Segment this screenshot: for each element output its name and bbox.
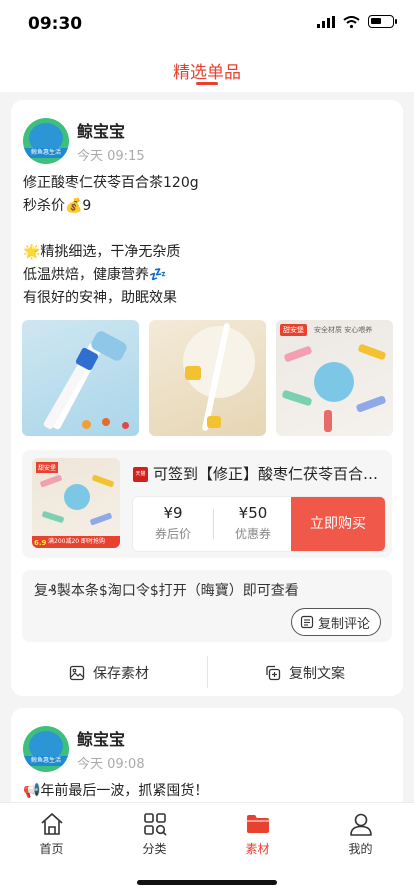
tab-material[interactable]: 素材 — [206, 811, 309, 857]
copy-text-label: 复制文案 — [289, 666, 345, 682]
command-box: 复₰製本条$淘口令$打开（晦寶）即可查看 复制评论 — [22, 570, 392, 642]
post-time: 今天 09:08 — [77, 757, 145, 772]
signal-icon — [317, 15, 335, 28]
post-line: 秒杀价💰9 — [23, 198, 92, 214]
author-name: 鲸宝宝 — [77, 122, 126, 141]
after-coupon-price: ¥9 — [163, 504, 183, 522]
author-name: 鲸宝宝 — [77, 730, 126, 749]
photo-badge: 甜安堡 — [280, 324, 307, 336]
post-content: 修正酸枣仁茯苓百合茶120g 秒杀价💰9 🌟精挑细选，干净无杂质 低温烘焙，健康… — [23, 172, 393, 310]
product-thumbnail[interactable]: 甜安堡 满200减20 即时抢购 6.9 — [32, 458, 120, 548]
buy-now-button[interactable]: 立即购买 — [291, 497, 385, 551]
status-time: 09:30 — [28, 14, 83, 34]
post-line: 低温烘焙，健康营养💤 — [23, 267, 167, 283]
title-underline — [196, 82, 218, 85]
product-card[interactable]: 甜安堡 满200减20 即时抢购 6.9 天猫 可签到【修正】酸枣仁茯苓百合茶1… — [22, 450, 392, 558]
status-bar: 09:30 — [0, 0, 414, 48]
avatar[interactable]: 鲸鱼惠生活 — [23, 726, 69, 772]
post-line: 📢年前最后一波，抓紧囤货！ — [23, 783, 209, 799]
avatar-text: 鲸鱼惠生活 — [23, 148, 69, 158]
page-title[interactable]: 精选单品 — [173, 58, 241, 83]
tab-label: 素材 — [245, 842, 270, 856]
product-photo-1[interactable] — [22, 320, 139, 436]
battery-fill — [371, 18, 381, 24]
copy-comment-label: 复制评论 — [317, 616, 370, 632]
battery-icon — [368, 15, 397, 28]
comment-icon — [300, 615, 314, 629]
tab-home[interactable]: 首页 — [0, 811, 103, 857]
product-photo-3[interactable]: 甜安堡 安全材质 安心喂养 — [276, 320, 393, 436]
tab-profile[interactable]: 我的 — [309, 811, 412, 857]
status-icons — [317, 15, 397, 28]
tab-label: 分类 — [142, 842, 167, 856]
tab-category[interactable]: 分类 — [103, 811, 206, 857]
wifi-icon — [343, 15, 360, 28]
coupon-value: ¥50 — [238, 504, 268, 522]
post-card: 鲸鱼惠生活 鲸宝宝 今天 09:15 修正酸枣仁茯苓百合茶120g 秒杀价💰9 … — [11, 100, 403, 696]
post-line: 有很好的安神，助眠效果 — [23, 290, 177, 306]
post-content: 📢年前最后一波，抓紧囤货！ — [23, 780, 393, 803]
photo-caption: 安全材质 安心喂养 — [314, 326, 373, 334]
after-coupon-label: 券后价 — [154, 527, 191, 541]
post-line: 🌟精挑细选，干净无杂质 — [23, 244, 181, 260]
image-icon — [69, 665, 85, 681]
coupon-panel: ¥9 券后价 ¥50 优惠券 立即购买 — [132, 496, 386, 552]
post-line — [23, 218, 393, 241]
card-actions: 保存素材 复制文案 — [11, 650, 403, 696]
copy-text-button[interactable]: 复制文案 — [207, 650, 403, 696]
folder-icon — [246, 815, 269, 833]
profile-icon — [349, 813, 372, 836]
page-header: 精选单品 — [0, 48, 414, 92]
command-text: 复₰製本条$淘口令$打开（晦寶）即可查看 — [34, 583, 299, 599]
coupon-value-block: ¥50 优惠券 — [213, 497, 293, 551]
copy-comment-button[interactable]: 复制评论 — [290, 608, 381, 636]
thumb-badge: 甜安堡 — [36, 462, 59, 473]
post-time: 今天 09:15 — [77, 149, 145, 164]
product-title[interactable]: 可签到【修正】酸枣仁茯苓百合茶120g — [153, 463, 385, 484]
save-material-button[interactable]: 保存素材 — [11, 650, 207, 696]
save-material-label: 保存素材 — [93, 666, 149, 682]
thumb-price: 6.9 — [34, 539, 47, 547]
tab-label: 我的 — [348, 842, 373, 856]
avatar-text: 鲸鱼惠生活 — [23, 756, 69, 766]
post-line: 修正酸枣仁茯苓百合茶120g — [23, 175, 199, 191]
home-indicator — [137, 880, 277, 885]
product-photo-2[interactable] — [149, 320, 266, 436]
tmall-icon: 天猫 — [133, 467, 148, 482]
tab-label: 首页 — [39, 842, 64, 856]
coupon-label: 优惠券 — [234, 527, 271, 541]
after-coupon-price-block: ¥9 券后价 — [133, 497, 213, 551]
category-icon — [143, 813, 167, 836]
home-icon — [40, 813, 63, 835]
avatar[interactable]: 鲸鱼惠生活 — [23, 118, 69, 164]
copy-icon — [266, 665, 281, 681]
